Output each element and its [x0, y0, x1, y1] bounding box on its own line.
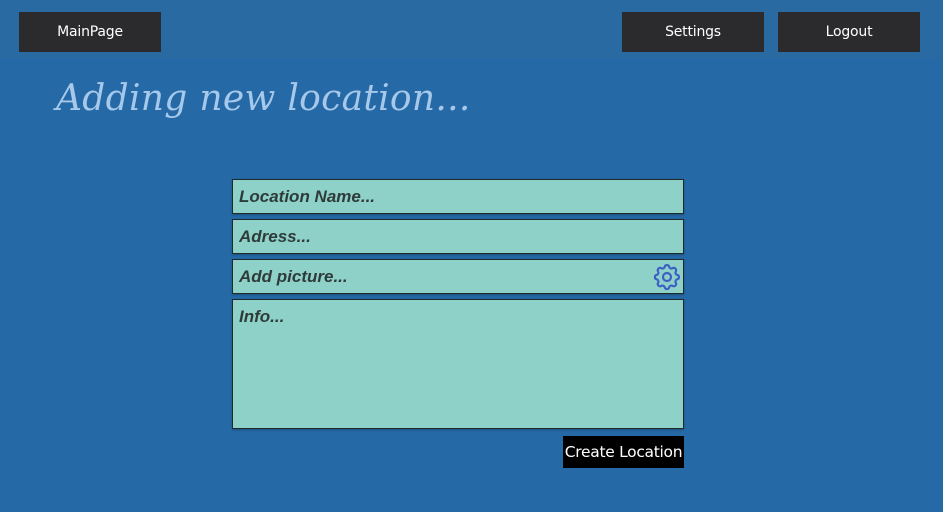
gear-icon[interactable] [651, 261, 683, 293]
location-name-input[interactable] [232, 179, 684, 214]
page-title: Adding new location... [56, 78, 471, 119]
create-location-button[interactable]: Create Location [563, 436, 684, 468]
settings-button[interactable]: Settings [622, 12, 764, 52]
add-picture-label: Add picture... [239, 266, 348, 286]
top-navigation-bar: MainPage Settings Logout [0, 0, 943, 58]
mainpage-button[interactable]: MainPage [19, 12, 161, 52]
add-picture-field[interactable]: Add picture... [232, 259, 684, 294]
address-input[interactable] [232, 219, 684, 254]
info-textarea[interactable] [232, 299, 684, 429]
logout-button[interactable]: Logout [778, 12, 920, 52]
